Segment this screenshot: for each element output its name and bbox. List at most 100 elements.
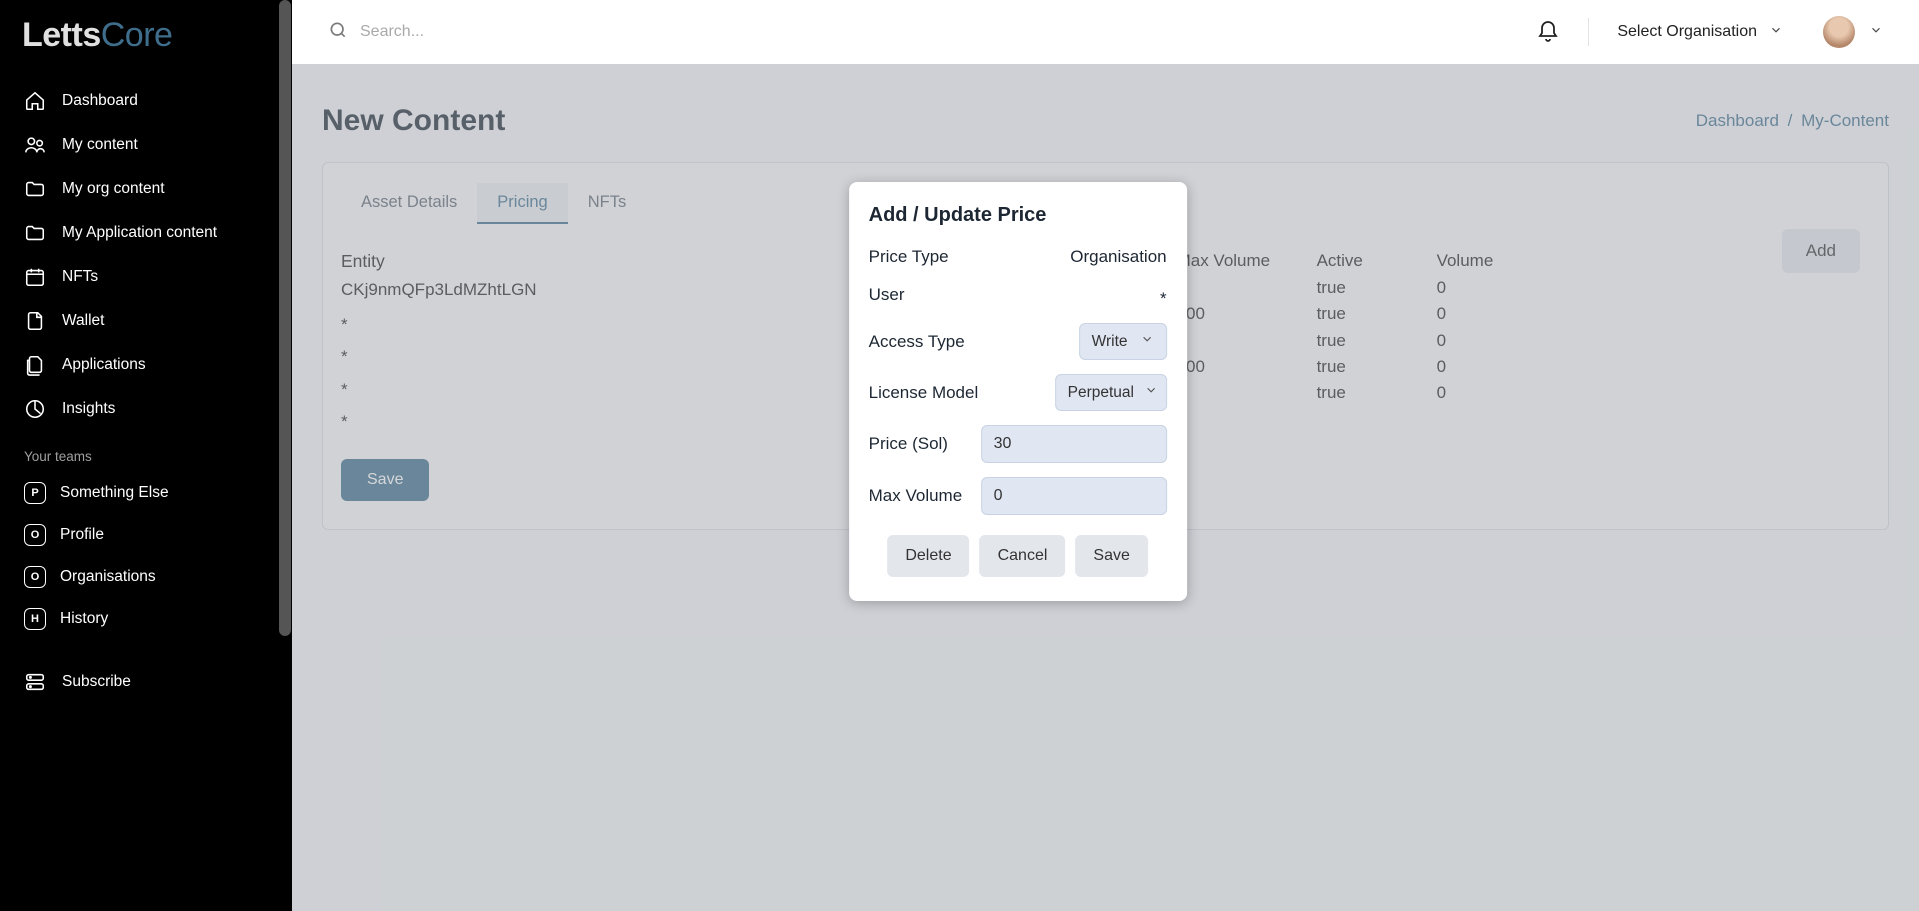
users-icon [24, 134, 46, 156]
sidebar-item-applications[interactable]: Applications [0, 343, 278, 387]
team-item-profile[interactable]: O Profile [0, 514, 278, 556]
user-value: * [1160, 281, 1167, 309]
search-box [328, 20, 760, 45]
chevron-down-icon [1144, 383, 1158, 402]
access-type-select[interactable]: Write [1079, 323, 1167, 360]
cancel-button[interactable]: Cancel [980, 535, 1066, 577]
price-label: Price (Sol) [869, 434, 948, 454]
license-model-select[interactable]: Perpetual [1055, 374, 1167, 411]
save-button[interactable]: Save [341, 459, 429, 501]
stack-icon [24, 671, 46, 693]
nav: Dashboard My content My org content My A… [0, 79, 278, 431]
tab-pricing[interactable]: Pricing [477, 183, 567, 224]
sidebar-scrollbar[interactable] [278, 0, 292, 911]
sidebar-item-subscribe[interactable]: Subscribe [0, 660, 278, 704]
entity-star: * [341, 344, 537, 370]
documents-icon [24, 354, 46, 376]
team-label-text: Something Else [60, 484, 169, 502]
chevron-down-icon [1769, 23, 1783, 42]
org-selector[interactable]: Select Organisation [1617, 23, 1783, 42]
sidebar-item-org-content[interactable]: My org content [0, 167, 278, 211]
sidebar-item-app-content[interactable]: My Application content [0, 211, 278, 255]
team-badge: H [24, 608, 46, 630]
sidebar-item-label: NFTs [62, 268, 98, 286]
divider [1588, 18, 1589, 46]
document-icon [24, 310, 46, 332]
bell-icon [1536, 31, 1560, 48]
user-menu-chevron[interactable] [1869, 23, 1883, 42]
price-type-label: Price Type [869, 247, 949, 267]
org-label: Select Organisation [1617, 23, 1757, 41]
sidebar-item-my-content[interactable]: My content [0, 123, 278, 167]
logo-part-b: Core [101, 16, 173, 54]
team-item-history[interactable]: H History [0, 598, 278, 640]
team-item-something[interactable]: P Something Else [0, 472, 278, 514]
teams-heading: Your teams [0, 431, 278, 472]
team-badge: P [24, 482, 46, 504]
breadcrumb-separator: / [1788, 111, 1793, 130]
chart-icon [24, 398, 46, 420]
entity-star: * [341, 312, 537, 338]
breadcrumb-dashboard[interactable]: Dashboard [1696, 111, 1779, 130]
entity-star: * [341, 377, 537, 403]
sidebar-item-nfts[interactable]: NFTs [0, 255, 278, 299]
team-badge: O [24, 566, 46, 588]
team-label-text: Organisations [60, 568, 156, 586]
entity-label: Entity [341, 251, 537, 272]
sidebar-item-label: My org content [62, 180, 165, 198]
access-type-value: Write [1092, 333, 1128, 351]
search-icon [328, 20, 348, 45]
folder-icon [24, 222, 46, 244]
max-volume-label: Max Volume [869, 486, 963, 506]
price-input[interactable] [981, 425, 1167, 463]
col-max-volume: Max Volume [1177, 251, 1317, 271]
calendar-icon [24, 266, 46, 288]
sidebar-item-label: My Application content [62, 224, 217, 242]
search-input[interactable] [360, 23, 760, 41]
breadcrumb: Dashboard / My-Content [1696, 111, 1889, 131]
entity-column: Entity CKj9nmQFp3LdMZhtLGN * * * * Save [341, 251, 537, 501]
page-header: New Content Dashboard / My-Content [322, 104, 1889, 138]
sidebar-item-label: Applications [62, 356, 146, 374]
max-volume-input[interactable] [981, 477, 1167, 515]
page-title: New Content [322, 104, 505, 138]
avatar[interactable] [1823, 16, 1855, 48]
sidebar-item-label: Wallet [62, 312, 105, 330]
tab-nfts[interactable]: NFTs [568, 183, 647, 224]
modal-title: Add / Update Price [869, 204, 1167, 227]
sidebar-item-label: My content [62, 136, 138, 154]
team-label-text: History [60, 610, 108, 628]
app-logo: LettsCore [0, 0, 278, 79]
main: Select Organisation New Content Dashboar… [292, 0, 1919, 911]
sidebar-item-label: Insights [62, 400, 115, 418]
col-volume: Volume [1437, 251, 1547, 271]
price-type-value: Organisation [1070, 247, 1166, 267]
modal-save-button[interactable]: Save [1075, 535, 1147, 577]
add-button[interactable]: Add [1782, 229, 1860, 273]
tab-asset-details[interactable]: Asset Details [341, 183, 477, 224]
logo-part-a: Letts [22, 16, 101, 54]
sidebar: LettsCore Dashboard My content My org co… [0, 0, 278, 911]
license-model-label: License Model [869, 383, 979, 403]
sidebar-item-wallet[interactable]: Wallet [0, 299, 278, 343]
team-item-organisations[interactable]: O Organisations [0, 556, 278, 598]
sidebar-item-label: Dashboard [62, 92, 138, 110]
home-icon [24, 90, 46, 112]
folder-icon [24, 178, 46, 200]
entity-star: * [341, 409, 537, 435]
sidebar-item-insights[interactable]: Insights [0, 387, 278, 431]
team-badge: O [24, 524, 46, 546]
col-active: Active [1317, 251, 1437, 271]
access-type-label: Access Type [869, 332, 965, 352]
delete-button[interactable]: Delete [887, 535, 969, 577]
notifications-button[interactable] [1536, 20, 1560, 44]
chevron-down-icon [1140, 332, 1154, 351]
sidebar-item-dashboard[interactable]: Dashboard [0, 79, 278, 123]
topbar: Select Organisation [292, 0, 1919, 64]
entity-value: CKj9nmQFp3LdMZhtLGN [341, 280, 537, 300]
price-modal: Add / Update Price Price Type Organisati… [849, 182, 1187, 601]
team-label-text: Profile [60, 526, 104, 544]
sidebar-item-label: Subscribe [62, 673, 131, 691]
license-model-value: Perpetual [1068, 384, 1134, 402]
breadcrumb-my-content[interactable]: My-Content [1801, 111, 1889, 130]
